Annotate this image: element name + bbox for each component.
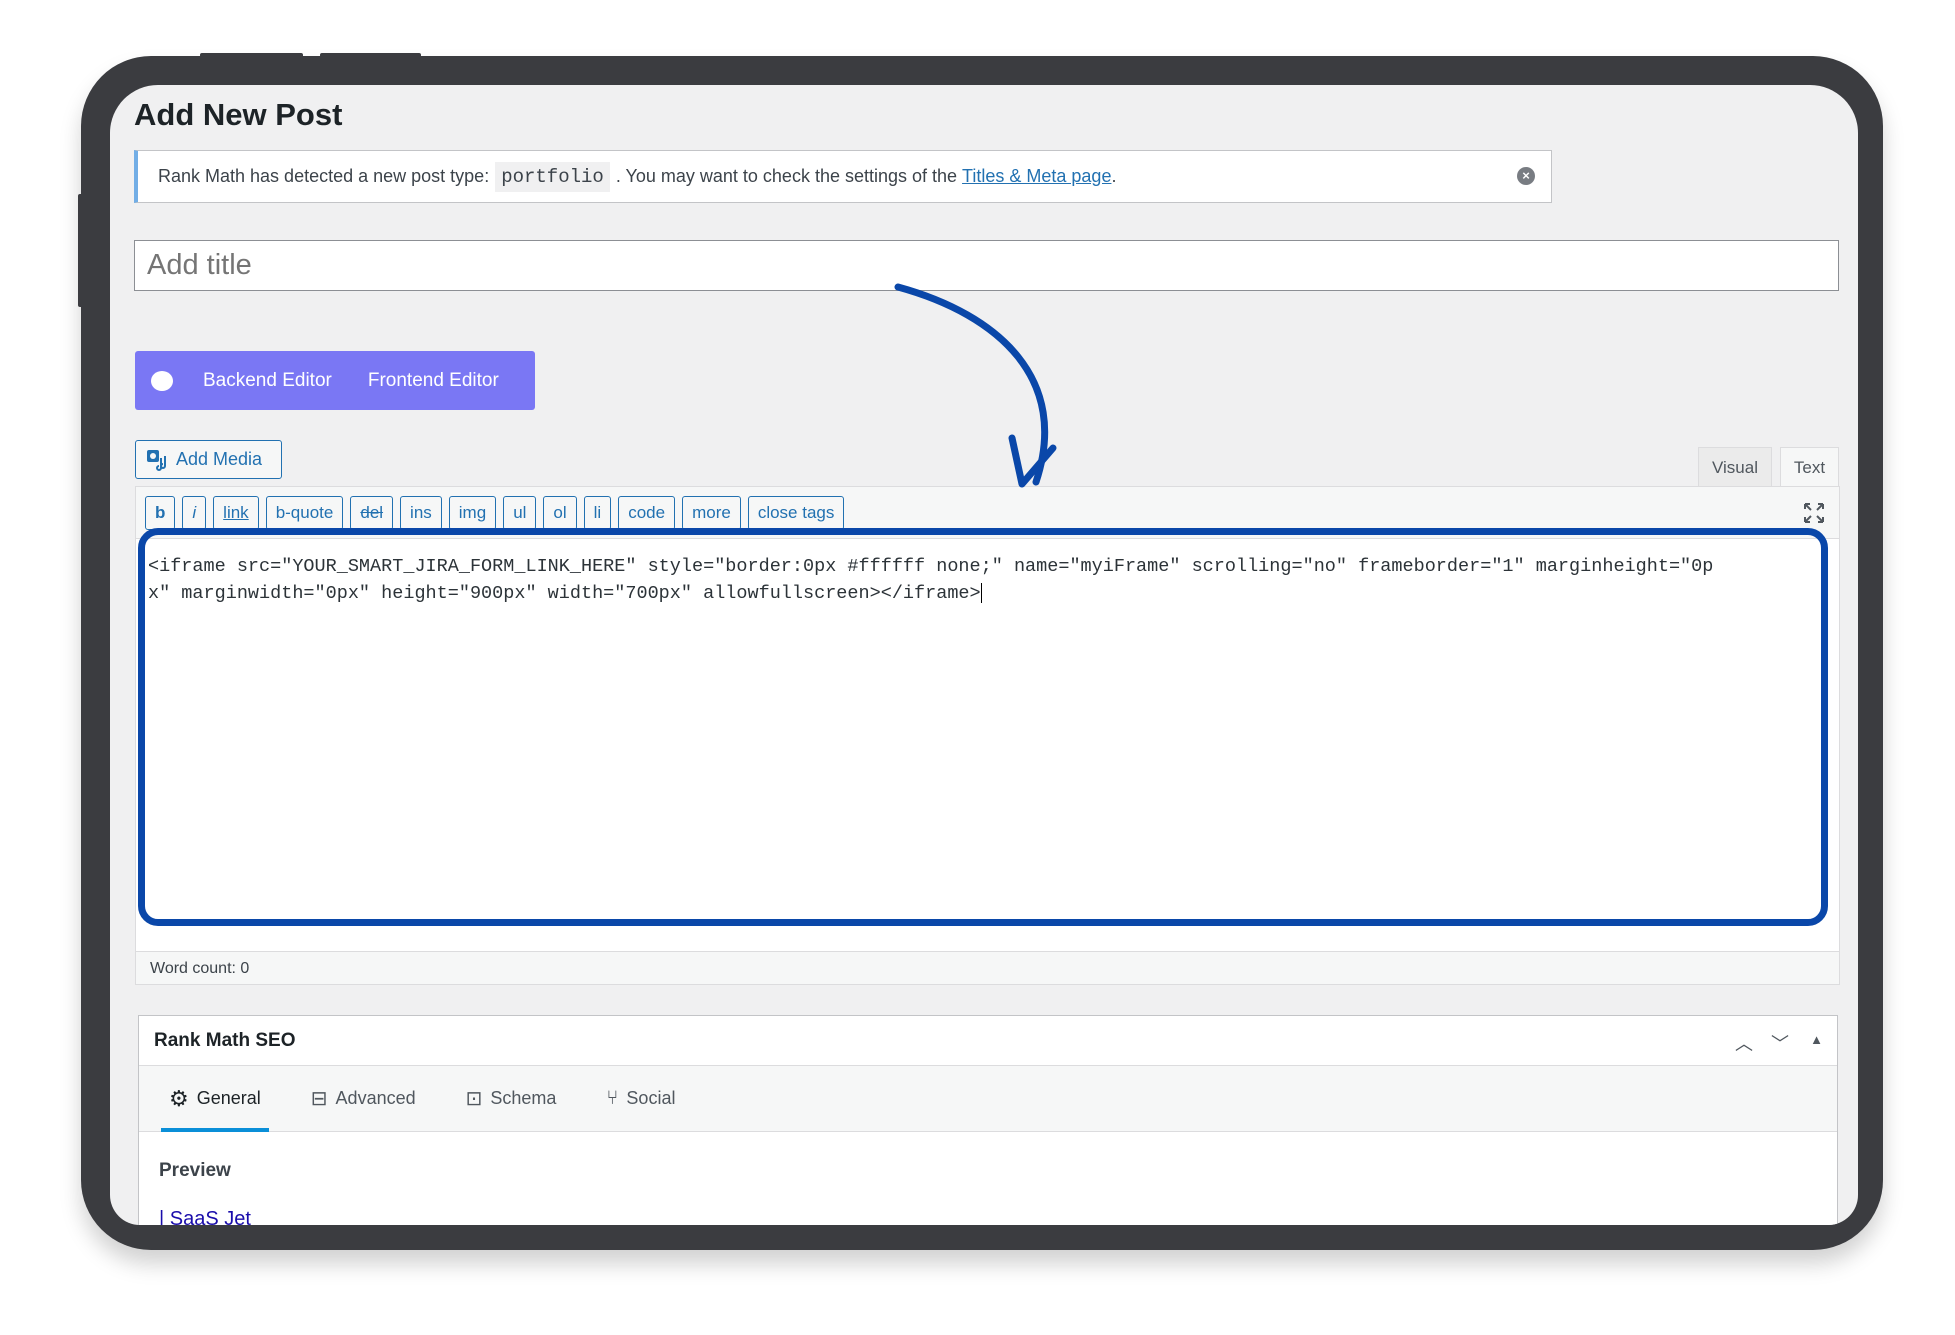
qt-more-button[interactable]: more (682, 495, 741, 530)
hardware-button (78, 194, 84, 307)
qt-bold-button[interactable]: b (145, 495, 176, 530)
tab-advanced-label: Advanced (335, 1088, 416, 1108)
tab-social-label: Social (626, 1088, 676, 1108)
rank-math-panel: Rank Math SEO ︿ ﹀ ▲ ⚙ General ⊟ Advanced ⊡… (138, 1015, 1838, 1225)
add-media-button[interactable]: Add Media (135, 440, 282, 479)
fullscreen-icon[interactable] (1803, 502, 1825, 524)
titles-meta-link[interactable]: Titles & Meta page (962, 166, 1111, 187)
post-type-code: portfolio (495, 161, 610, 192)
builder-logo-icon (151, 370, 173, 391)
qt-img-button[interactable]: img (448, 495, 497, 530)
qt-close-tags-button[interactable]: close tags (747, 495, 845, 530)
hardware-button (200, 53, 303, 59)
tab-text[interactable]: Text (1780, 447, 1839, 487)
briefcase-icon: ⊟ (310, 1088, 328, 1110)
backend-editor-button[interactable]: Backend Editor (203, 370, 332, 392)
rank-math-notice: Rank Math has detected a new post type: … (134, 150, 1552, 203)
tab-visual[interactable]: Visual (1698, 447, 1772, 487)
notice-text-after: . You may want to check the settings of … (615, 166, 958, 186)
qt-li-button[interactable]: li (583, 495, 612, 530)
notice-period: . (1111, 166, 1117, 186)
preview-link[interactable]: | SaaS Jet (159, 1208, 251, 1225)
tab-general[interactable]: ⚙ General (161, 1066, 269, 1132)
screen: Add New Post Rank Math has detected a ne… (110, 85, 1858, 1225)
tab-schema[interactable]: ⊡ Schema (458, 1066, 565, 1131)
notice-text: Rank Math has detected a new post type: (158, 166, 490, 186)
schema-icon: ⊡ (465, 1088, 483, 1110)
qt-ol-button[interactable]: ol (543, 495, 577, 530)
preview-label: Preview (159, 1160, 231, 1181)
hardware-button (320, 53, 421, 59)
qt-ul-button[interactable]: ul (503, 495, 537, 530)
collapse-icon[interactable]: ▲ (1810, 1032, 1823, 1047)
word-count: Word count: 0 (135, 952, 1840, 985)
page-builder-bar: Backend Editor Frontend Editor (135, 351, 535, 410)
page-title: Add New Post (134, 97, 343, 132)
rank-math-title: Rank Math SEO (154, 1029, 296, 1051)
rank-math-header[interactable]: Rank Math SEO (139, 1016, 1837, 1066)
move-down-icon[interactable]: ﹀ (1771, 1030, 1789, 1056)
move-up-icon[interactable]: ︿ (1735, 1030, 1753, 1056)
gear-icon: ⚙ (169, 1085, 189, 1111)
qt-bquote-button[interactable]: b-quote (265, 495, 344, 530)
dismiss-icon[interactable]: × (1517, 167, 1535, 185)
qt-italic-button[interactable]: i (182, 495, 207, 530)
highlight-box (138, 528, 1828, 926)
tab-general-label: General (196, 1088, 261, 1108)
media-icon (147, 449, 166, 471)
tab-schema-label: Schema (490, 1088, 557, 1108)
social-share-icon: ⑂ (606, 1087, 619, 1109)
qt-link-button[interactable]: link (213, 495, 259, 530)
post-title-input[interactable] (134, 240, 1839, 291)
qt-ins-button[interactable]: ins (400, 495, 442, 530)
tab-advanced[interactable]: ⊟ Advanced (303, 1066, 424, 1131)
tab-social[interactable]: ⑂ Social (598, 1066, 683, 1131)
qt-code-button[interactable]: code (618, 495, 676, 530)
frontend-editor-button[interactable]: Frontend Editor (368, 370, 499, 392)
qt-del-button[interactable]: del (350, 495, 394, 530)
add-media-label: Add Media (176, 449, 263, 469)
rank-math-tabs: ⚙ General ⊟ Advanced ⊡ Schema ⑂ Social (139, 1066, 1837, 1132)
